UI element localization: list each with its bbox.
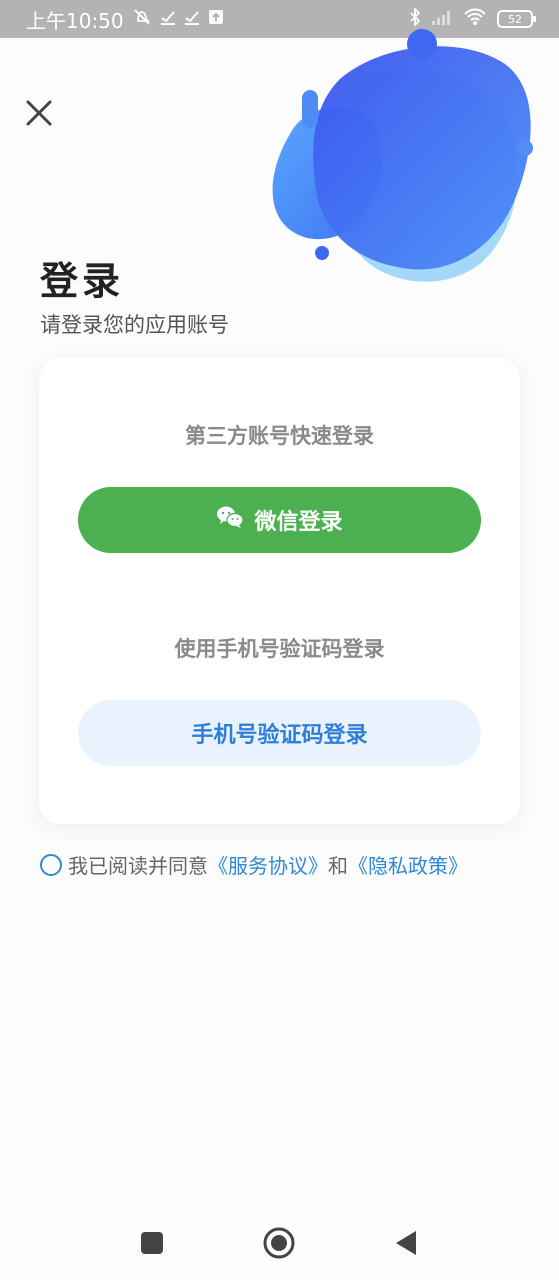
decorative-blob-illustration — [260, 24, 550, 294]
third-party-login-label: 第三方账号快速登录 — [185, 424, 374, 448]
wechat-login-button[interactable]: 微信登录 — [78, 487, 481, 553]
home-icon[interactable] — [263, 1227, 295, 1263]
page-title: 登录 — [40, 259, 125, 303]
agreement-and: 和 — [328, 854, 348, 878]
close-icon — [25, 99, 53, 131]
agreement-row: 我已阅读并同意 《服务协议》 和 《隐私政策》 — [40, 850, 468, 879]
status-left: 上午10:50 — [26, 5, 224, 34]
page-subtitle: 请登录您的应用账号 — [40, 313, 229, 337]
check-icon — [160, 9, 176, 30]
close-button[interactable] — [22, 98, 56, 132]
wechat-icon — [216, 505, 245, 535]
privacy-policy-link[interactable]: 《隐私政策》 — [348, 850, 468, 879]
service-agreement-link[interactable]: 《服务协议》 — [208, 850, 328, 879]
check-icon — [184, 9, 200, 30]
phone-code-login-button[interactable]: 手机号验证码登录 — [78, 700, 481, 766]
recents-icon[interactable] — [140, 1231, 164, 1259]
back-icon[interactable] — [394, 1229, 418, 1261]
upload-icon — [208, 9, 224, 30]
status-time: 上午10:50 — [26, 8, 124, 33]
mute-icon — [132, 8, 152, 31]
agreement-prefix: 我已阅读并同意 — [68, 854, 208, 878]
agree-radio[interactable] — [40, 853, 62, 876]
phone-login-label: 使用手机号验证码登录 — [174, 637, 385, 661]
wechat-login-label: 微信登录 — [254, 509, 343, 534]
phone-code-login-label: 手机号验证码登录 — [191, 722, 368, 747]
system-nav-bar — [0, 1205, 559, 1280]
login-card: 第三方账号快速登录 微信登录 使用手机号验证码登录 手机号验证码登录 — [39, 358, 520, 824]
